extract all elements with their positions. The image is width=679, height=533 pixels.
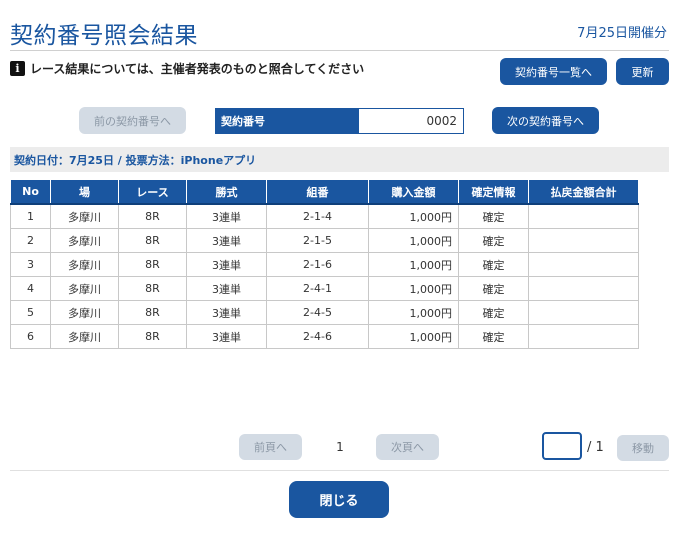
- cell-status: 確定: [458, 300, 529, 325]
- cell-status: 確定: [458, 276, 529, 301]
- contract-info-bar: 契約日付：7月25日 / 投票方法：iPhoneアプリ: [10, 147, 669, 172]
- table-row: 2 多摩川 8R 3連単 2-1-5 1,000円 確定: [10, 228, 639, 253]
- cell-combination: 2-1-6: [266, 252, 369, 277]
- move-page-button[interactable]: 移動: [617, 435, 669, 461]
- cell-race: 8R: [118, 324, 187, 349]
- cell-combination: 2-1-4: [266, 203, 369, 229]
- col-bet-type: 勝式: [186, 179, 267, 205]
- col-venue: 場: [50, 179, 119, 205]
- col-payout: 払戻金額合計: [528, 179, 639, 205]
- cell-venue: 多摩川: [50, 228, 119, 253]
- page-total: / 1: [587, 440, 604, 455]
- cell-race: 8R: [118, 276, 187, 301]
- cell-combination: 2-4-5: [266, 300, 369, 325]
- cell-venue: 多摩川: [50, 300, 119, 325]
- cell-race: 8R: [118, 203, 187, 229]
- cell-bet-type: 3連単: [186, 324, 267, 349]
- current-page: 1: [336, 440, 344, 454]
- cell-bet-type: 3連単: [186, 203, 267, 229]
- page-title: 契約番号照会結果: [10, 23, 198, 49]
- cell-status: 確定: [458, 324, 529, 349]
- cell-venue: 多摩川: [50, 252, 119, 277]
- table-row: 4 多摩川 8R 3連単 2-4-1 1,000円 確定: [10, 276, 639, 301]
- info-icon: i: [10, 61, 25, 76]
- contract-list-button[interactable]: 契約番号一覧へ: [500, 58, 607, 85]
- table-header-row: No 場 レース 勝式 組番 購入金額 確定情報 払戻金額合計: [10, 179, 639, 205]
- col-combination: 組番: [266, 179, 369, 205]
- title-divider: [10, 50, 669, 51]
- col-amount: 購入金額: [368, 179, 459, 205]
- cell-bet-type: 3連単: [186, 300, 267, 325]
- cell-venue: 多摩川: [50, 324, 119, 349]
- table-row: 6 多摩川 8R 3連単 2-4-6 1,000円 確定: [10, 324, 639, 349]
- cell-bet-type: 3連単: [186, 252, 267, 277]
- cell-payout: [528, 276, 639, 301]
- col-status: 確定情報: [458, 179, 529, 205]
- next-contract-button[interactable]: 次の契約番号へ: [492, 107, 599, 134]
- cell-race: 8R: [118, 228, 187, 253]
- footer-divider: [10, 470, 669, 471]
- cell-race: 8R: [118, 252, 187, 277]
- cell-no: 4: [10, 276, 51, 301]
- table-row: 5 多摩川 8R 3連単 2-4-5 1,000円 確定: [10, 300, 639, 325]
- table-row: 3 多摩川 8R 3連単 2-1-6 1,000円 確定: [10, 252, 639, 277]
- notice-text: レース結果については、主催者発表のものと照合してください: [30, 62, 365, 76]
- cell-race: 8R: [118, 300, 187, 325]
- prev-contract-button[interactable]: 前の契約番号へ: [79, 107, 186, 134]
- col-race: レース: [118, 179, 187, 205]
- cell-amount: 1,000円: [368, 203, 459, 229]
- contract-number-label: 契約番号: [215, 108, 358, 134]
- cell-no: 6: [10, 324, 51, 349]
- close-button[interactable]: 閉じる: [289, 481, 389, 518]
- cell-status: 確定: [458, 228, 529, 253]
- cell-amount: 1,000円: [368, 252, 459, 277]
- cell-no: 3: [10, 252, 51, 277]
- cell-amount: 1,000円: [368, 276, 459, 301]
- cell-payout: [528, 300, 639, 325]
- cell-amount: 1,000円: [368, 228, 459, 253]
- col-no: No: [10, 179, 51, 205]
- prev-page-button[interactable]: 前頁へ: [239, 434, 302, 460]
- cell-no: 2: [10, 228, 51, 253]
- contract-number-input[interactable]: [358, 108, 464, 134]
- page-number-input[interactable]: [542, 432, 582, 460]
- contract-result-dialog: 契約番号照会結果 7月25日開催分 i レース結果については、主催者発表のものと…: [0, 0, 679, 533]
- cell-status: 確定: [458, 203, 529, 229]
- cell-payout: [528, 203, 639, 229]
- cell-venue: 多摩川: [50, 276, 119, 301]
- cell-payout: [528, 324, 639, 349]
- cell-combination: 2-4-1: [266, 276, 369, 301]
- cell-venue: 多摩川: [50, 203, 119, 229]
- cell-payout: [528, 252, 639, 277]
- cell-bet-type: 3連単: [186, 228, 267, 253]
- next-page-button[interactable]: 次頁へ: [376, 434, 439, 460]
- date-label: 7月25日開催分: [577, 26, 667, 41]
- cell-no: 5: [10, 300, 51, 325]
- cell-combination: 2-4-6: [266, 324, 369, 349]
- cell-amount: 1,000円: [368, 300, 459, 325]
- results-table: No 場 レース 勝式 組番 購入金額 確定情報 払戻金額合計 1 多摩川 8R…: [10, 179, 639, 349]
- cell-status: 確定: [458, 252, 529, 277]
- cell-bet-type: 3連単: [186, 276, 267, 301]
- refresh-button[interactable]: 更新: [616, 58, 669, 85]
- cell-payout: [528, 228, 639, 253]
- cell-combination: 2-1-5: [266, 228, 369, 253]
- table-row: 1 多摩川 8R 3連単 2-1-4 1,000円 確定: [10, 203, 639, 229]
- cell-amount: 1,000円: [368, 324, 459, 349]
- notice: i レース結果については、主催者発表のものと照合してください: [10, 60, 364, 77]
- cell-no: 1: [10, 203, 51, 229]
